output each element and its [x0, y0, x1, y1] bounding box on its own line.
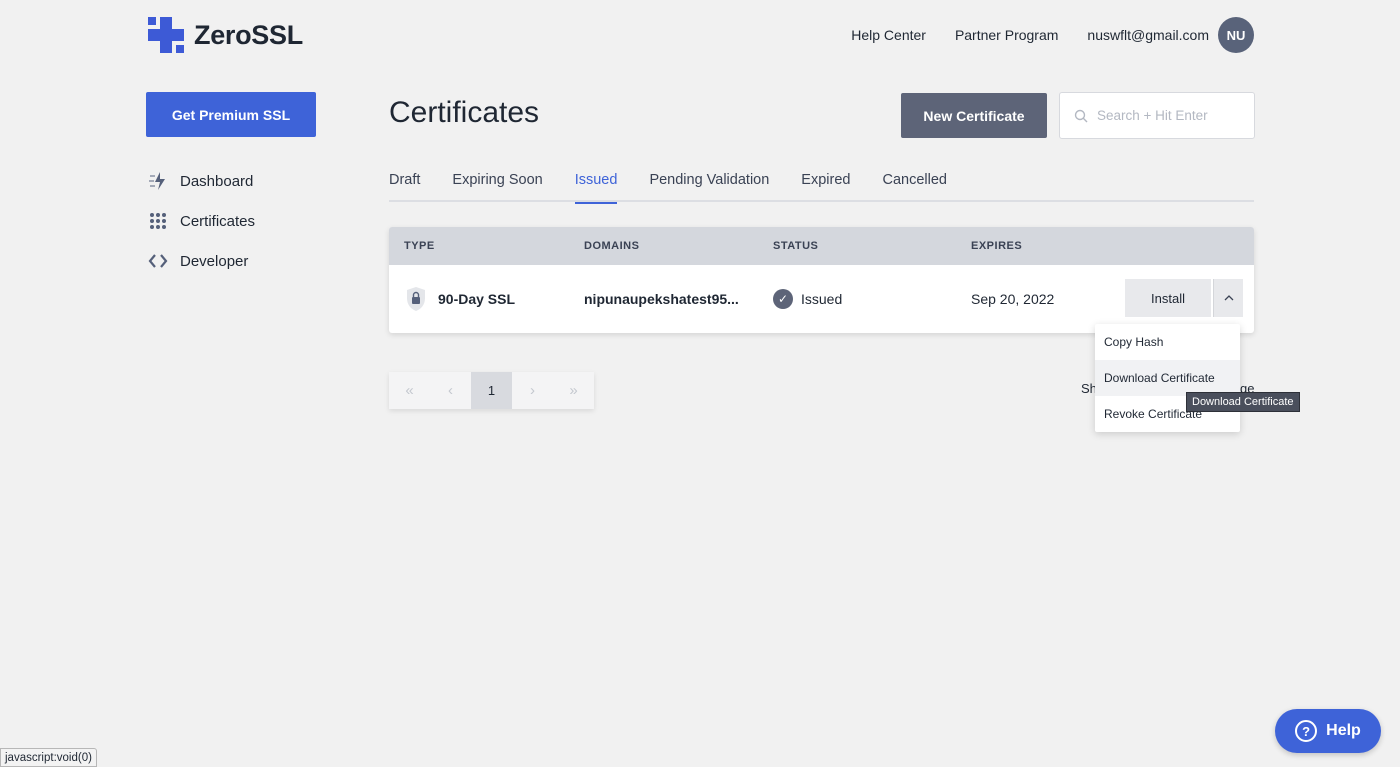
question-icon: ? [1295, 720, 1318, 742]
cell-status: ✓ Issued [773, 289, 971, 309]
avatar[interactable]: NU [1218, 17, 1254, 53]
install-button[interactable]: Install [1125, 279, 1211, 317]
top-navigation: Help Center Partner Program nuswflt@gmai… [851, 17, 1254, 53]
search-box[interactable] [1059, 92, 1255, 139]
certificate-domain[interactable]: nipunaupekshatest95... [584, 291, 773, 307]
pagination: « ‹ 1 › » [389, 372, 594, 409]
sidebar-item-label: Certificates [180, 212, 256, 230]
tab-draft[interactable]: Draft [389, 168, 420, 202]
search-input[interactable] [1097, 108, 1237, 123]
user-email[interactable]: nuswflt@gmail.com [1087, 27, 1209, 43]
sidebar-item-developer[interactable]: Developer [148, 248, 255, 274]
sidebar-item-dashboard[interactable]: Dashboard [148, 168, 255, 194]
table-row[interactable]: 90-Day SSL nipunaupekshatest95... ✓ Issu… [389, 265, 1254, 333]
column-header-domains: DOMAINS [584, 240, 640, 252]
prev-page-button[interactable]: ‹ [430, 372, 471, 409]
certificate-status-tabs: Draft Expiring Soon Issued Pending Valid… [389, 168, 1254, 204]
help-button[interactable]: ? Help [1275, 709, 1381, 753]
get-premium-ssl-button[interactable]: Get Premium SSL [146, 92, 316, 137]
sidebar-item-label: Dashboard [180, 172, 254, 190]
install-button-group: Install [1125, 279, 1243, 317]
code-icon [148, 251, 168, 271]
menu-item-copy-hash[interactable]: Copy Hash [1095, 324, 1240, 360]
sidebar-nav: Dashboard Certificates Developer [148, 168, 255, 288]
browser-status-bar: javascript:void(0) [0, 748, 97, 767]
tab-issued[interactable]: Issued [574, 168, 617, 204]
grid-icon [148, 211, 168, 231]
search-icon [1074, 109, 1088, 122]
last-page-button[interactable]: » [553, 372, 594, 409]
check-circle-icon: ✓ [773, 289, 793, 309]
tab-pending-validation[interactable]: Pending Validation [649, 168, 769, 202]
certificate-expires: Sep 20, 2022 [971, 291, 1055, 307]
tab-expiring-soon[interactable]: Expiring Soon [452, 168, 542, 202]
status-badge: Issued [801, 291, 843, 307]
cell-type: 90-Day SSL [406, 286, 584, 312]
column-header-status: STATUS [773, 240, 819, 252]
help-center-link[interactable]: Help Center [851, 27, 926, 43]
column-header-type: TYPE [404, 240, 435, 252]
page-title: Certificates [389, 96, 540, 129]
sidebar-item-certificates[interactable]: Certificates [148, 208, 255, 234]
tooltip: Download Certificate [1186, 392, 1300, 412]
help-button-label: Help [1326, 722, 1361, 739]
brand-logo[interactable]: ZeroSSL [148, 17, 303, 53]
certificate-type: 90-Day SSL [438, 291, 516, 307]
brand-name: ZeroSSL [194, 19, 303, 50]
column-header-expires: EXPIRES [971, 240, 1023, 252]
actions-toggle-button[interactable] [1213, 279, 1243, 317]
lightning-icon [148, 171, 168, 191]
certificate-actions-menu: Copy Hash Download Certificate Revoke Ce… [1095, 324, 1240, 432]
new-certificate-button[interactable]: New Certificate [901, 93, 1047, 138]
menu-item-download-certificate[interactable]: Download Certificate [1095, 360, 1240, 396]
zerossl-logo-icon [148, 17, 184, 53]
next-page-button[interactable]: › [512, 372, 553, 409]
sidebar-item-label: Developer [180, 252, 249, 270]
shield-lock-icon [407, 287, 425, 311]
chevron-up-icon [1224, 295, 1233, 301]
first-page-button[interactable]: « [389, 372, 430, 409]
certificates-table: TYPE DOMAINS STATUS EXPIRES 90-Day SSL n… [389, 227, 1254, 333]
partner-program-link[interactable]: Partner Program [955, 27, 1058, 43]
tab-expired[interactable]: Expired [801, 168, 850, 202]
table-header: TYPE DOMAINS STATUS EXPIRES [389, 227, 1254, 265]
current-page[interactable]: 1 [471, 372, 512, 409]
tab-cancelled[interactable]: Cancelled [882, 168, 947, 202]
